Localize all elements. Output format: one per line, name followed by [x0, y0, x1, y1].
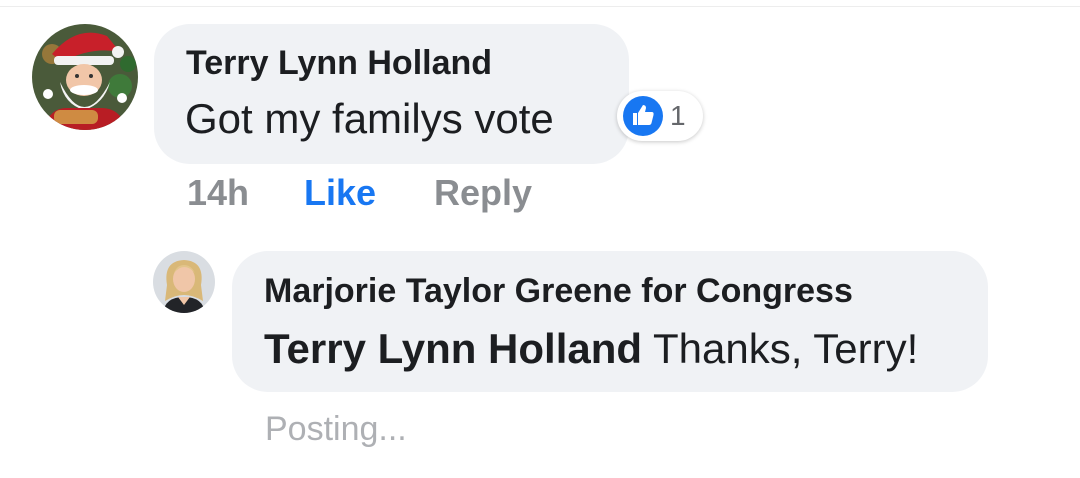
comment-text: Got my familys vote [185, 95, 554, 142]
comment-bubble: Terry Lynn Holland Got my familys vote [154, 24, 629, 164]
santa-claus-avatar-icon [32, 24, 138, 130]
thumbs-up-icon [623, 96, 663, 136]
reply-text: Thanks, Terry! [652, 325, 919, 372]
reply-author-avatar[interactable] [153, 251, 215, 313]
like-button[interactable]: Like [304, 172, 376, 214]
reply-bubble: Marjorie Taylor Greene for Congress Terr… [232, 251, 988, 392]
profile-photo-avatar-icon [153, 251, 215, 313]
mention-tag[interactable]: Terry Lynn Holland [264, 325, 642, 372]
reply-button[interactable]: Reply [434, 172, 532, 214]
commenter-avatar[interactable] [32, 24, 138, 130]
reaction-count: 1 [670, 100, 686, 131]
comment-timestamp[interactable]: 14h [187, 172, 249, 214]
top-divider [0, 6, 1080, 7]
reply-text-line: Terry Lynn Holland Thanks, Terry! [264, 325, 918, 373]
reaction-summary[interactable]: 1 [617, 91, 703, 141]
comment-author-name[interactable]: Terry Lynn Holland [186, 44, 492, 83]
posting-status: Posting... [265, 410, 407, 448]
reply-author-name[interactable]: Marjorie Taylor Greene for Congress [264, 272, 853, 311]
